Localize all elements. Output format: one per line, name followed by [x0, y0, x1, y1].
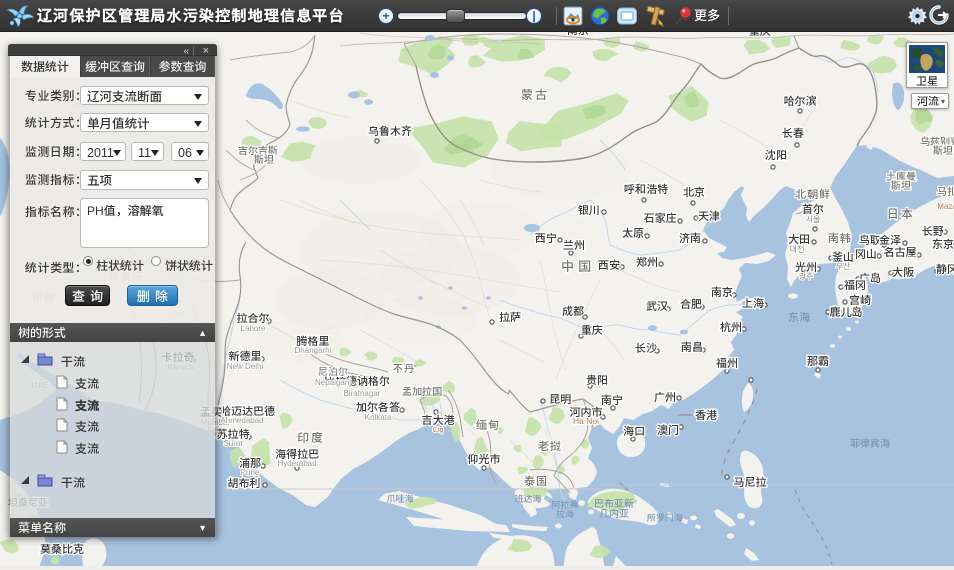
svg-text:昆明: 昆明	[549, 391, 571, 407]
svg-text:大阪: 大阪	[892, 264, 915, 280]
svg-text:印度: 印度	[297, 429, 325, 446]
svg-text:中国: 中国	[561, 256, 595, 275]
svg-text:澳门: 澳门	[657, 422, 679, 438]
svg-text:杭州: 杭州	[720, 319, 742, 335]
svg-text:济南: 济南	[678, 230, 701, 246]
svg-text:Ha Noi: Ha Noi	[573, 415, 599, 427]
svg-text:孟加拉国: 孟加拉国	[402, 383, 442, 398]
svg-text:泰国: 泰国	[523, 473, 548, 489]
svg-text:Kolkata: Kolkata	[365, 412, 392, 423]
svg-text:天津: 天津	[698, 208, 720, 224]
svg-text:郑州: 郑州	[636, 254, 658, 270]
svg-text:重庆: 重庆	[581, 322, 603, 338]
svg-text:合肥: 合肥	[680, 296, 702, 312]
svg-text:成都: 成都	[562, 303, 585, 319]
svg-text:乌鲁木齐: 乌鲁木齐	[368, 123, 412, 139]
svg-text:名古屋: 名古屋	[884, 244, 917, 260]
svg-text:광주: 광주	[799, 271, 814, 282]
svg-text:马尼拉: 马尼拉	[734, 474, 768, 490]
svg-text:蒙古: 蒙古	[521, 86, 549, 103]
svg-text:哈尔滨: 哈尔滨	[784, 93, 817, 109]
svg-text:银川: 银川	[578, 202, 600, 218]
svg-text:东京: 东京	[932, 236, 954, 252]
svg-text:几内亚: 几内亚	[599, 505, 629, 520]
svg-text:拉海: 拉海	[555, 507, 574, 520]
svg-text:仰光市: 仰光市	[468, 451, 501, 467]
svg-text:石家庄: 石家庄	[644, 210, 677, 226]
svg-text:长春: 长春	[782, 125, 805, 141]
svg-text:南韩: 南韩	[828, 230, 852, 246]
svg-text:福冈: 福冈	[844, 277, 866, 293]
svg-text:莫桑比克: 莫桑比克	[40, 541, 84, 557]
svg-text:New Delhi: New Delhi	[227, 361, 264, 372]
svg-text:静冈: 静冈	[936, 261, 954, 277]
svg-text:沈阳: 沈阳	[765, 147, 787, 163]
svg-text:北朝鲜: 北朝鲜	[795, 186, 831, 202]
svg-text:呼和浩特: 呼和浩特	[624, 181, 668, 197]
svg-text:那霸: 那霸	[807, 353, 829, 369]
svg-text:斯坦: 斯坦	[253, 151, 275, 166]
svg-text:福州: 福州	[716, 355, 738, 371]
svg-text:马扎: 马扎	[937, 183, 954, 198]
svg-text:香港: 香港	[695, 407, 718, 423]
svg-text:Nepalganj: Nepalganj	[315, 377, 351, 388]
svg-text:贵阳: 贵阳	[586, 372, 608, 388]
svg-text:不丹: 不丹	[393, 360, 415, 375]
svg-text:Dhangarhi: Dhangarhi	[295, 345, 332, 356]
svg-text:西安: 西安	[597, 257, 620, 273]
svg-text:斯坦: 斯坦	[890, 177, 912, 192]
svg-text:上海: 上海	[742, 295, 764, 311]
svg-text:Biratnagar: Biratnagar	[344, 388, 381, 399]
svg-text:南京: 南京	[711, 284, 733, 300]
svg-text:爪哇海: 爪哇海	[385, 492, 413, 505]
svg-text:鹿儿岛: 鹿儿岛	[830, 304, 863, 320]
svg-text:广州: 广州	[654, 389, 676, 405]
svg-text:Pune: Pune	[241, 467, 260, 478]
svg-text:海口: 海口	[623, 423, 645, 439]
svg-text:Lahore: Lahore	[241, 323, 266, 334]
svg-text:Ctg: Ctg	[433, 425, 444, 435]
svg-text:所罗门海: 所罗门海	[646, 511, 683, 524]
svg-text:尼泊尔: 尼泊尔	[318, 363, 349, 378]
svg-text:Hyderabad: Hyderabad	[277, 458, 316, 469]
svg-text:缅甸: 缅甸	[476, 417, 500, 433]
svg-text:冈山: 冈山	[855, 246, 877, 262]
svg-text:北京: 北京	[683, 184, 705, 200]
svg-text:老挝: 老挝	[538, 438, 562, 454]
svg-text:东海: 东海	[788, 309, 810, 325]
svg-text:日本: 日本	[887, 205, 915, 222]
svg-text:拉萨: 拉萨	[499, 309, 521, 325]
svg-text:菲律宾海: 菲律宾海	[850, 435, 890, 450]
svg-text:斯坦: 斯坦	[932, 142, 954, 157]
svg-text:武汉: 武汉	[645, 298, 669, 314]
svg-text:长沙: 长沙	[635, 340, 657, 356]
svg-text:Ahmedabad: Ahmedabad	[220, 415, 263, 426]
svg-text:兰州: 兰州	[563, 237, 585, 253]
svg-text:Maza: Maza	[937, 201, 954, 212]
svg-text:서울: 서울	[806, 214, 821, 225]
svg-text:太原: 太原	[622, 225, 644, 241]
svg-text:南宁: 南宁	[601, 392, 623, 408]
svg-text:Surat: Surat	[223, 438, 243, 449]
svg-text:대전: 대전	[790, 244, 805, 255]
svg-text:班达海: 班达海	[514, 492, 541, 505]
svg-text:南昌: 南昌	[681, 339, 703, 355]
svg-text:부산: 부산	[836, 261, 851, 272]
svg-text:西宁: 西宁	[534, 230, 557, 246]
